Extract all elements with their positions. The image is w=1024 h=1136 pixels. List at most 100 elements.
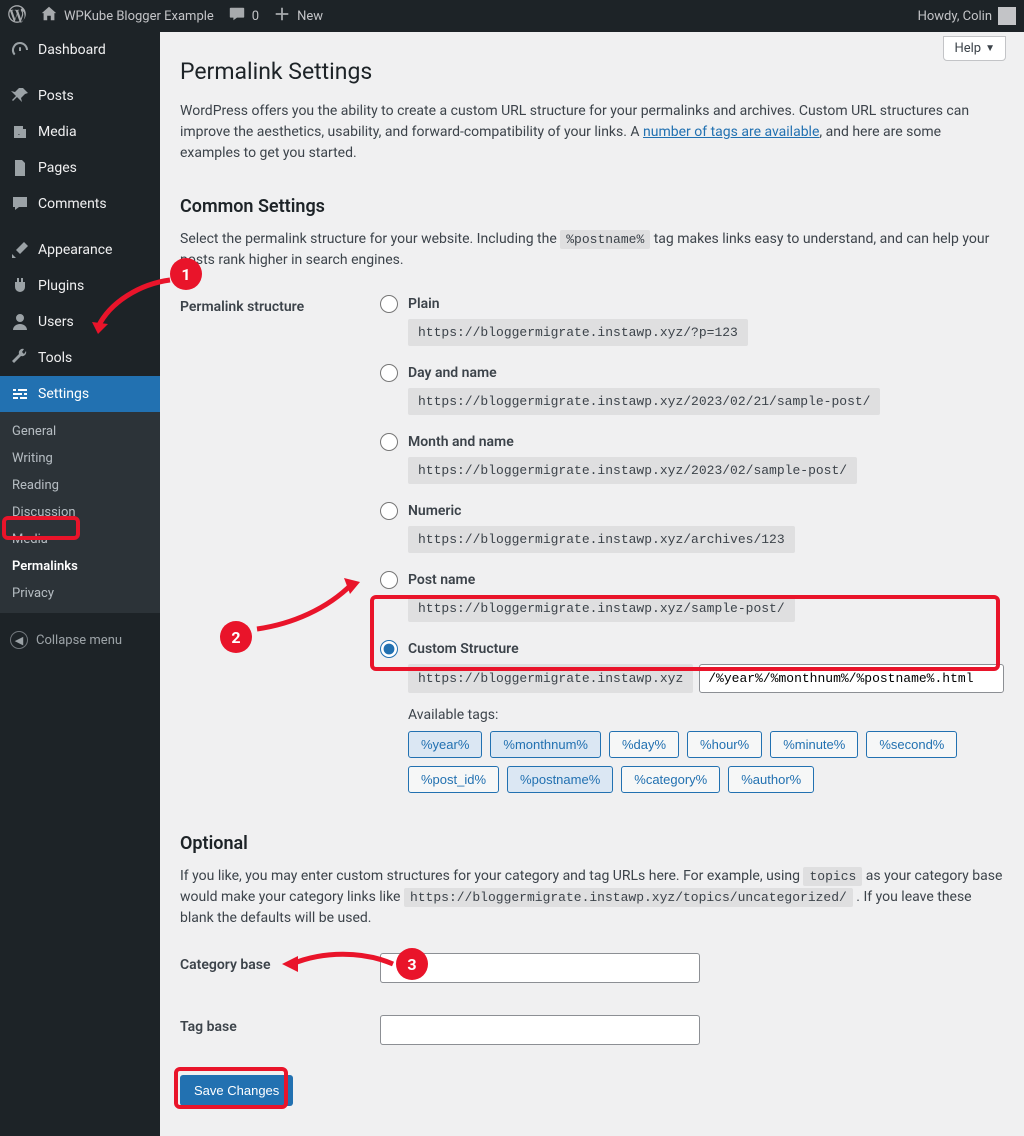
avatar: [998, 7, 1016, 25]
tag-button[interactable]: %hour%: [687, 731, 762, 758]
option-post-name[interactable]: Post name: [380, 571, 1004, 589]
example-plain: https://bloggermigrate.instawp.xyz/?p=12…: [408, 319, 748, 346]
user-icon: [10, 312, 30, 332]
topics-code: topics: [803, 867, 862, 886]
sliders-icon: [10, 384, 30, 404]
submenu-discussion[interactable]: Discussion: [0, 499, 160, 526]
dashboard-icon: [10, 40, 30, 60]
sidebar-item-tools[interactable]: Tools: [0, 340, 160, 376]
radio-post-name[interactable]: [380, 571, 398, 589]
sidebar-item-users[interactable]: Users: [0, 304, 160, 340]
tags-doc-link[interactable]: number of tags are available: [643, 124, 819, 140]
optional-desc: If you like, you may enter custom struct…: [180, 858, 1004, 937]
new-link[interactable]: New: [273, 5, 323, 27]
custom-base-url: https://bloggermigrate.instawp.xyz: [408, 664, 693, 693]
sidebar-item-label: Users: [38, 314, 74, 330]
comments-icon: [10, 194, 30, 214]
wordpress-logo-icon: [8, 5, 26, 27]
radio-day-name[interactable]: [380, 364, 398, 382]
sidebar-item-label: Tools: [38, 350, 72, 366]
option-month-name[interactable]: Month and name: [380, 433, 1004, 451]
sidebar-item-label: Plugins: [38, 278, 84, 294]
tag-button[interactable]: %second%: [866, 731, 957, 758]
tag-button[interactable]: %monthnum%: [490, 731, 601, 758]
comment-icon: [228, 5, 246, 27]
settings-submenu: General Writing Reading Discussion Media…: [0, 412, 160, 613]
save-changes-button[interactable]: Save Changes: [180, 1075, 293, 1106]
category-base-label: Category base: [180, 953, 380, 983]
option-custom[interactable]: Custom Structure: [380, 640, 1004, 658]
permalink-options: Plain https://bloggermigrate.instawp.xyz…: [380, 295, 1004, 793]
brush-icon: [10, 240, 30, 260]
submenu-writing[interactable]: Writing: [0, 445, 160, 472]
example-numeric: https://bloggermigrate.instawp.xyz/archi…: [408, 526, 795, 553]
sidebar-item-label: Comments: [38, 196, 107, 212]
page-icon: [10, 158, 30, 178]
tag-button[interactable]: %minute%: [770, 731, 858, 758]
topics-url-code: https://bloggermigrate.instawp.xyz/topic…: [404, 888, 853, 907]
content-area: Help ▼ Permalink Settings WordPress offe…: [160, 32, 1024, 1136]
sidebar-item-settings[interactable]: Settings: [0, 376, 160, 412]
sidebar-item-label: Dashboard: [38, 42, 106, 58]
tag-button[interactable]: %year%: [408, 731, 482, 758]
home-icon: [40, 5, 58, 27]
plus-icon: [273, 5, 291, 27]
comments-count: 0: [252, 9, 259, 24]
collapse-menu[interactable]: ◀ Collapse menu: [0, 621, 160, 659]
submenu-general[interactable]: General: [0, 418, 160, 445]
tag-button[interactable]: %category%: [621, 766, 720, 793]
category-base-input[interactable]: [380, 953, 700, 983]
new-label: New: [297, 9, 323, 24]
example-day-name: https://bloggermigrate.instawp.xyz/2023/…: [408, 388, 880, 415]
sidebar-item-label: Media: [38, 124, 77, 140]
tag-button[interactable]: %post_id%: [408, 766, 499, 793]
sidebar-item-pages[interactable]: Pages: [0, 150, 160, 186]
tag-button[interactable]: %postname%: [507, 766, 613, 793]
submenu-media[interactable]: Media: [0, 526, 160, 553]
chevron-down-icon: ▼: [985, 43, 995, 54]
comments-link[interactable]: 0: [228, 5, 259, 27]
option-day-name[interactable]: Day and name: [380, 364, 1004, 382]
submenu-privacy[interactable]: Privacy: [0, 580, 160, 607]
admin-bar: WPKube Blogger Example 0 New Howdy, Coli…: [0, 0, 1024, 32]
permalink-structure-label: Permalink structure: [180, 295, 380, 793]
admin-sidebar: Dashboard Posts Media Pages Comments App…: [0, 32, 160, 1136]
pin-icon: [10, 86, 30, 106]
submenu-reading[interactable]: Reading: [0, 472, 160, 499]
option-plain[interactable]: Plain: [380, 295, 1004, 313]
sidebar-item-dashboard[interactable]: Dashboard: [0, 32, 160, 68]
radio-plain[interactable]: [380, 295, 398, 313]
wrench-icon: [10, 348, 30, 368]
howdy-link[interactable]: Howdy, Colin: [918, 7, 1016, 25]
plugin-icon: [10, 276, 30, 296]
sidebar-item-appearance[interactable]: Appearance: [0, 232, 160, 268]
tag-base-label: Tag base: [180, 1015, 380, 1045]
sidebar-item-media[interactable]: Media: [0, 114, 160, 150]
optional-heading: Optional: [180, 809, 1004, 858]
sidebar-item-plugins[interactable]: Plugins: [0, 268, 160, 304]
radio-month-name[interactable]: [380, 433, 398, 451]
postname-code: %postname%: [560, 230, 650, 249]
option-numeric[interactable]: Numeric: [380, 502, 1004, 520]
custom-structure-input[interactable]: [699, 664, 1004, 693]
tag-button[interactable]: %author%: [728, 766, 814, 793]
sidebar-item-comments[interactable]: Comments: [0, 186, 160, 222]
help-tab[interactable]: Help ▼: [943, 36, 1006, 61]
help-label: Help: [954, 41, 981, 56]
sidebar-item-label: Appearance: [38, 242, 112, 258]
radio-numeric[interactable]: [380, 502, 398, 520]
intro-paragraph: WordPress offers you the ability to crea…: [180, 93, 1004, 172]
site-name: WPKube Blogger Example: [64, 9, 214, 24]
sidebar-item-label: Posts: [38, 88, 74, 104]
submenu-permalinks[interactable]: Permalinks: [0, 553, 160, 580]
tag-base-input[interactable]: [380, 1015, 700, 1045]
sidebar-item-label: Settings: [38, 386, 89, 402]
media-icon: [10, 122, 30, 142]
sidebar-item-posts[interactable]: Posts: [0, 78, 160, 114]
collapse-label: Collapse menu: [36, 633, 122, 648]
howdy-text: Howdy, Colin: [918, 9, 992, 24]
site-name-link[interactable]: WPKube Blogger Example: [40, 5, 214, 27]
tag-button[interactable]: %day%: [609, 731, 679, 758]
radio-custom[interactable]: [380, 640, 398, 658]
wp-logo[interactable]: [8, 5, 26, 27]
